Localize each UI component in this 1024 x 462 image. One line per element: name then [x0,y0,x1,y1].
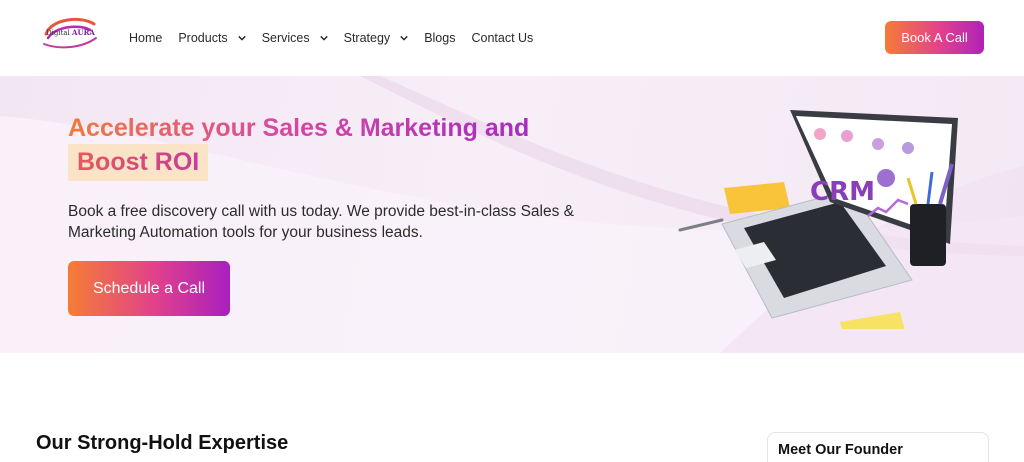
crm-laptop-illustration: CRM [678,110,958,329]
nav-item-blogs[interactable]: Blogs [424,31,455,45]
main-nav: Home Products Services Strategy Blogs Co… [129,0,549,76]
expertise-section-title: Our Strong-Hold Expertise [36,432,289,454]
logo-prefix: Digital [46,29,70,37]
brand-logo[interactable]: Digital AURA [38,14,100,52]
schedule-call-button[interactable]: Schedule a Call [68,261,230,316]
nav-item-label: Blogs [424,31,456,45]
pencil-holder-icon [910,204,946,266]
nav-item-home[interactable]: Home [129,31,162,45]
nav-item-products[interactable]: Products [178,31,246,45]
chevron-down-icon [319,35,328,41]
book-a-call-button[interactable]: Book A Call [885,21,984,54]
logo-text: Digital AURA [46,28,95,37]
crm-label: CRM [810,177,875,207]
hero-headline-highlight: Boost ROI [68,144,209,181]
site-header: Digital AURA Home Products Services Stra… [0,0,1024,76]
pen-icon [678,218,724,232]
chevron-down-icon [400,35,408,41]
nav-item-services[interactable]: Services [262,31,328,45]
hero-headline-emphasis: Boost ROI [77,148,200,176]
sticky-note-icon [840,312,905,329]
nav-item-label: Home [129,31,163,45]
hero-section: Accelerate your Sales & Marketing and Bo… [0,76,1024,353]
nav-item-strategy[interactable]: Strategy [344,31,409,45]
hero-headline: Accelerate your Sales & Marketing and [68,114,530,142]
nav-item-contact[interactable]: Contact Us [471,31,533,45]
founder-card-title: Meet Our Founder [778,442,903,458]
founder-card: Meet Our Founder [767,432,989,462]
chevron-down-icon [237,35,246,41]
nav-item-label: Products [178,31,228,45]
logo-brand: AURA [72,28,95,37]
nav-item-label: Strategy [343,31,391,45]
nav-item-label: Services [261,31,310,45]
nav-item-label: Contact Us [471,31,534,45]
hero-subtext: Book a free discovery call with us today… [68,203,574,241]
